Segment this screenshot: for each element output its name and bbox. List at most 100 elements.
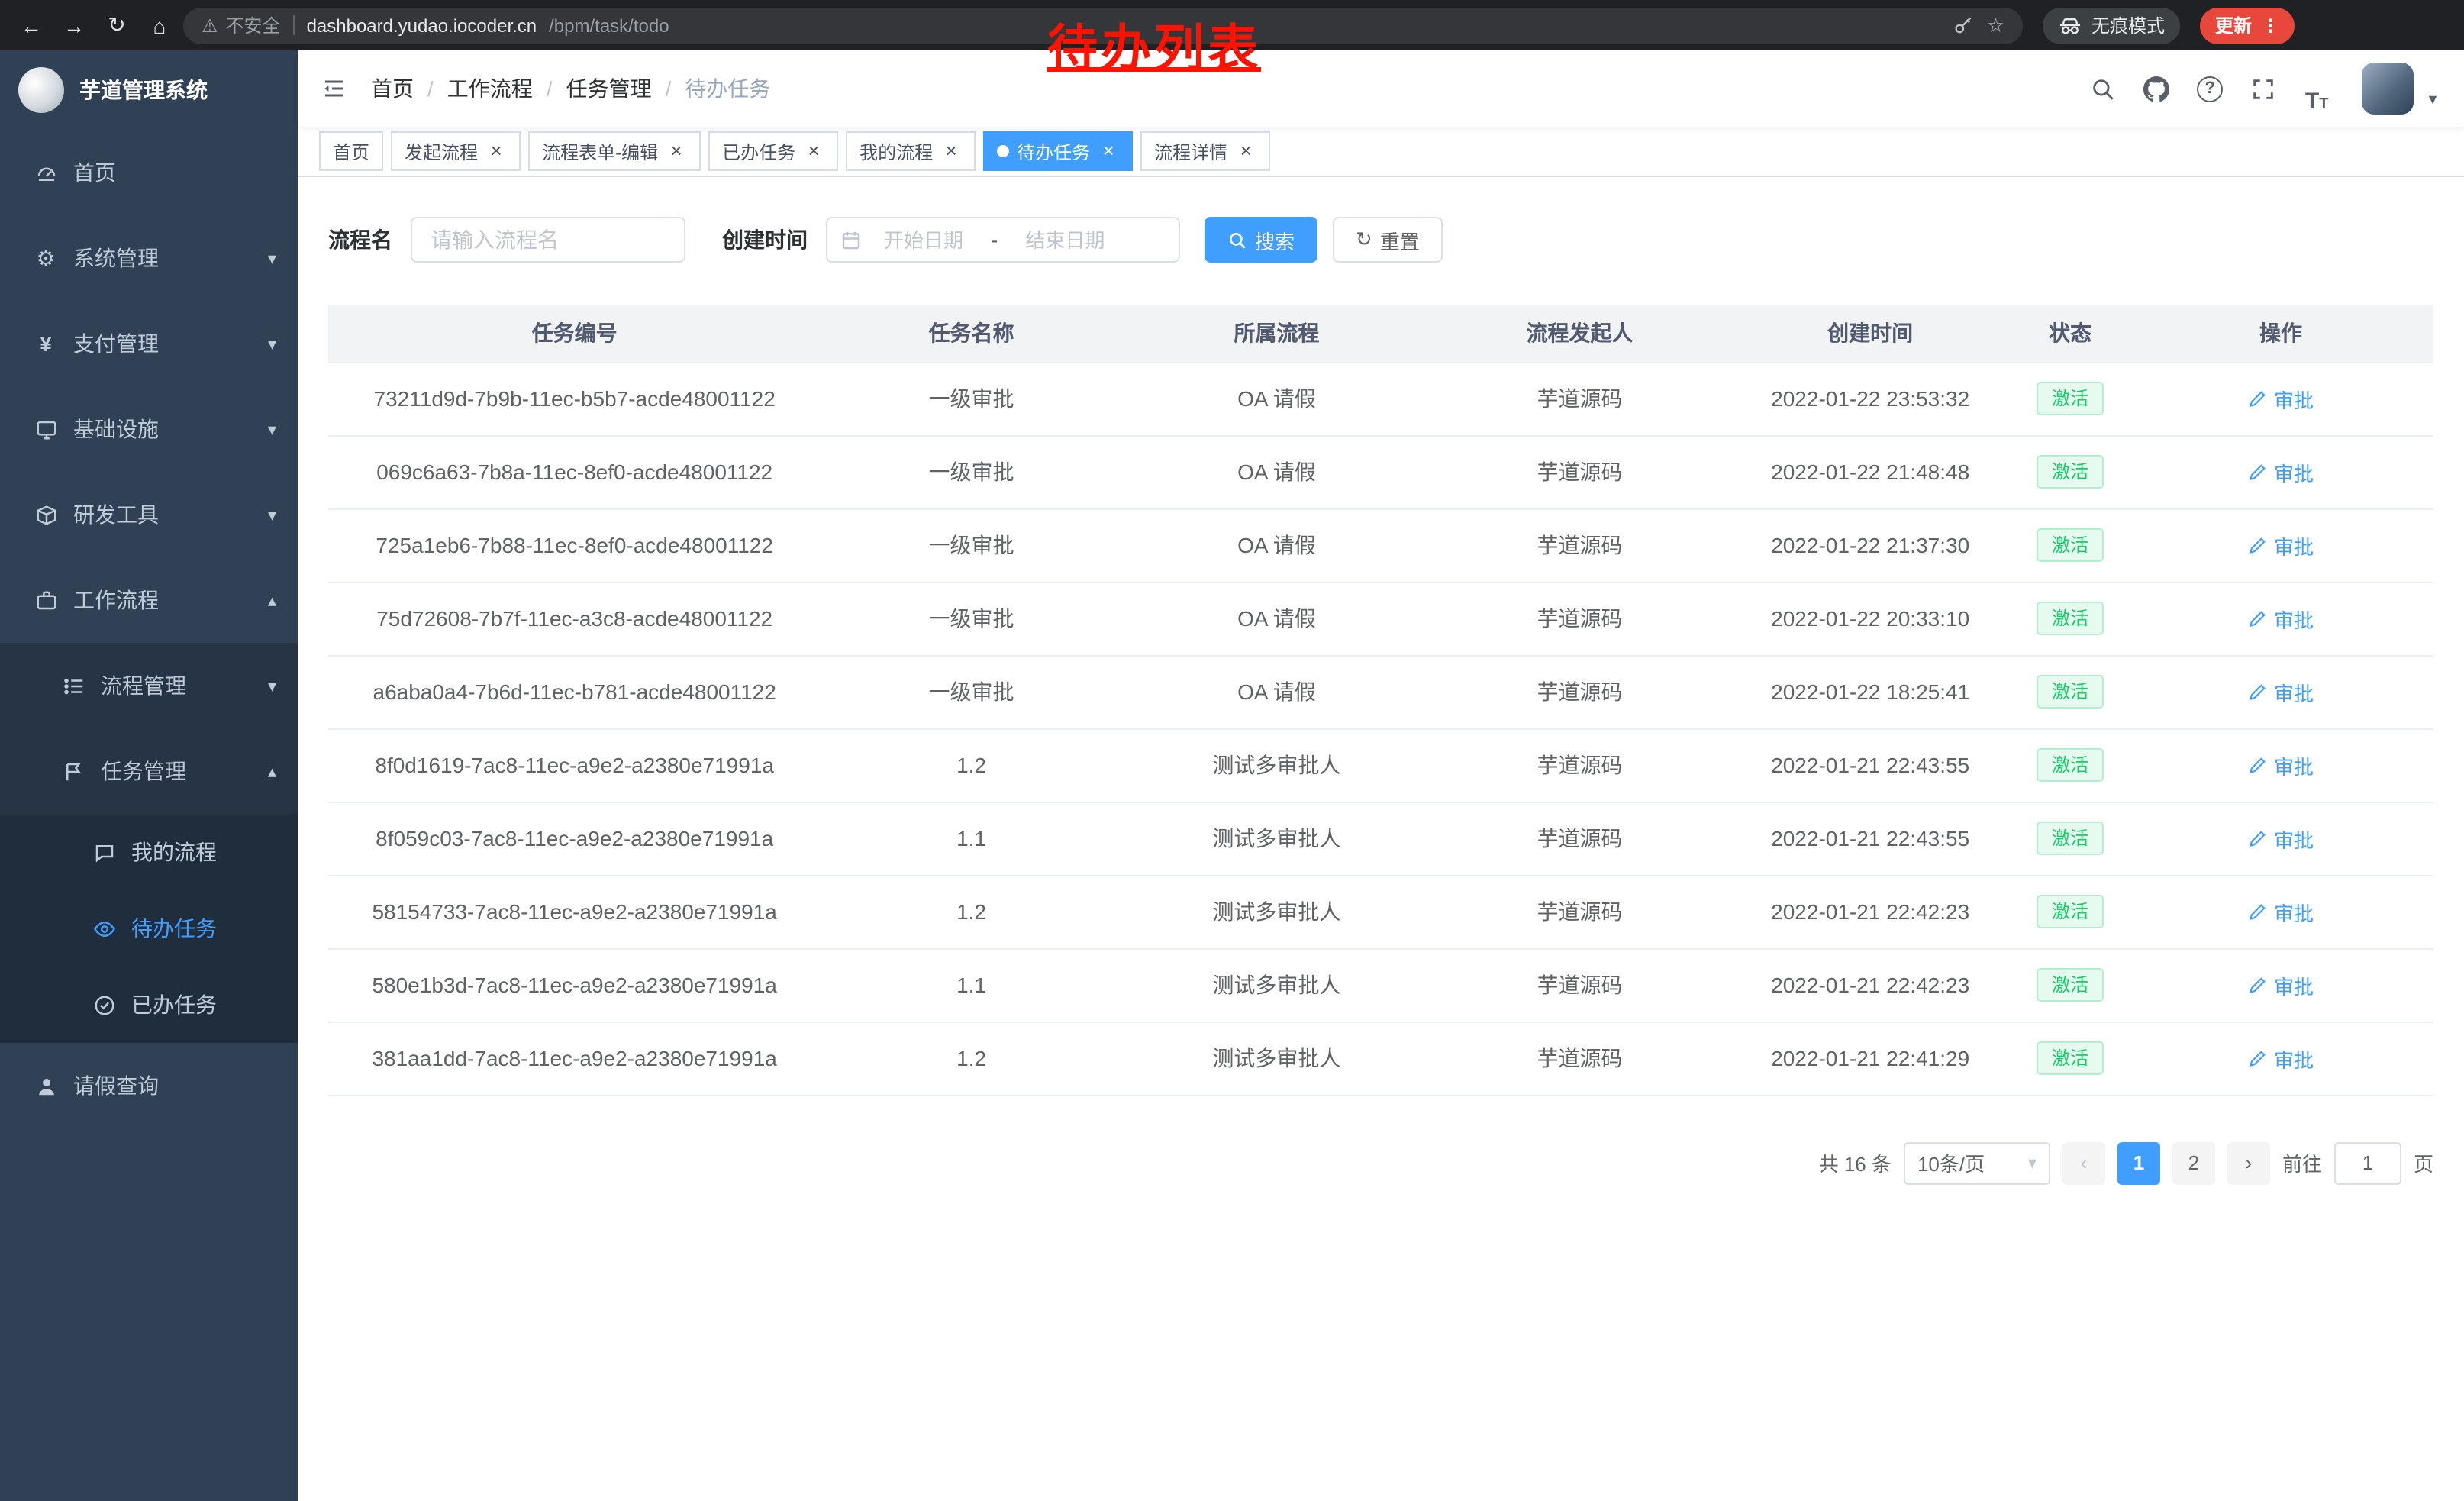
sidebar-item-label: 系统管理 [73, 243, 159, 273]
user-avatar[interactable] [2362, 63, 2414, 115]
goto-page-input[interactable] [2334, 1141, 2401, 1184]
browser-home-button[interactable]: ⌂ [140, 6, 179, 44]
cell-task-name: 1.1 [821, 948, 1121, 1022]
cell-process: OA 请假 [1122, 582, 1431, 655]
monitor-icon [34, 417, 58, 441]
tab-start-process[interactable]: 发起流程 × [391, 131, 521, 171]
fullscreen-icon[interactable] [2240, 65, 2287, 112]
cell-task-name: 一级审批 [821, 508, 1121, 582]
column-header-actions: 操作 [2128, 305, 2433, 362]
table-row: 069c6a63-7b8a-11ec-8ef0-acde48001122 一级审… [328, 435, 2433, 508]
cell-action: 审批 [2128, 948, 2433, 1022]
tab-label: 我的流程 [859, 138, 933, 164]
app-logo[interactable]: 芋道管理系统 [0, 50, 298, 130]
breadcrumb-task-management[interactable]: 任务管理 [566, 73, 652, 104]
cell-status: 激活 [2012, 802, 2128, 875]
sidebar-item-dev-tools[interactable]: 研发工具 ▾ [0, 472, 298, 557]
bookmark-star-icon[interactable]: ☆ [1987, 13, 2004, 37]
date-range-picker[interactable]: - [826, 217, 1180, 263]
browser-update-button[interactable]: 更新 ⋮ [2200, 7, 2295, 44]
browser-back-button[interactable]: ← [12, 6, 50, 44]
sidebar-item-leave-query[interactable]: 请假查询 [0, 1043, 298, 1128]
approve-button[interactable]: 审批 [2248, 457, 2314, 486]
end-date-input[interactable] [1007, 228, 1123, 251]
approve-label: 审批 [2274, 750, 2314, 780]
tab-todo-tasks[interactable]: 待办任务 × [983, 131, 1133, 171]
table-row: 8f059c03-7ac8-11ec-a9e2-a2380e71991a 1.1… [328, 802, 2433, 875]
approve-button[interactable]: 审批 [2248, 531, 2314, 560]
page-button-2[interactable]: 2 [2172, 1141, 2215, 1184]
page-button-1[interactable]: 1 [2117, 1141, 2160, 1184]
approve-label: 审批 [2274, 1044, 2314, 1073]
tab-my-processes[interactable]: 我的流程 × [846, 131, 976, 171]
cell-status: 激活 [2012, 948, 2128, 1022]
close-icon[interactable]: × [485, 140, 507, 162]
sidebar-item-my-processes[interactable]: 我的流程 [0, 814, 298, 890]
cell-created: 2022-01-22 20:33:10 [1728, 582, 2012, 655]
sidebar-item-done-tasks[interactable]: 已办任务 [0, 967, 298, 1043]
close-icon[interactable]: × [666, 140, 687, 162]
browser-forward-button[interactable]: → [55, 6, 93, 44]
approve-button[interactable]: 审批 [2248, 970, 2314, 999]
sidebar-item-home[interactable]: 首页 [0, 130, 298, 215]
sidebar-item-workflow[interactable]: 工作流程 ▴ [0, 557, 298, 643]
page-unit-label: 页 [2414, 1148, 2433, 1177]
status-badge: 激活 [2037, 822, 2104, 855]
font-size-icon[interactable]: TT [2293, 65, 2340, 112]
sidebar-item-payment[interactable]: ¥ 支付管理 ▾ [0, 301, 298, 386]
security-chip[interactable]: ⚠ 不安全 [202, 12, 281, 38]
breadcrumb-workflow[interactable]: 工作流程 [447, 73, 533, 104]
process-name-input[interactable] [411, 217, 685, 263]
sidebar-item-task-management[interactable]: 任务管理 ▴ [0, 728, 298, 814]
active-tab-dot [997, 145, 1009, 157]
caret-down-icon[interactable]: ▼ [2426, 92, 2440, 107]
github-icon[interactable] [2133, 65, 2180, 112]
chevron-down-icon: ▾ [268, 419, 276, 439]
update-label: 更新 [2215, 12, 2252, 38]
approve-button[interactable]: 审批 [2248, 604, 2314, 633]
sidebar-item-label: 请假查询 [73, 1070, 159, 1101]
sidebar: 芋道管理系统 首页 ⚙ 系统管理 ▾ ¥ 支付管理 ▾ [0, 50, 298, 1501]
close-icon[interactable]: × [1235, 140, 1256, 162]
browser-reload-button[interactable]: ↻ [98, 6, 136, 44]
breadcrumb-current: 待办任务 [685, 73, 770, 104]
next-page-button[interactable]: › [2227, 1141, 2270, 1184]
page-size-select[interactable]: 10条/页 ▾ [1904, 1141, 2050, 1184]
approve-button[interactable]: 审批 [2248, 677, 2314, 706]
reset-button[interactable]: ↻ 重置 [1333, 217, 1443, 263]
sidebar-item-label: 工作流程 [73, 585, 159, 615]
tab-process-detail[interactable]: 流程详情 × [1140, 131, 1270, 171]
password-key-icon[interactable] [1953, 15, 1975, 36]
start-date-input[interactable] [866, 228, 982, 251]
sidebar-item-process-management[interactable]: 流程管理 ▾ [0, 643, 298, 728]
cell-task-id: 580e1b3d-7ac8-11ec-a9e2-a2380e71991a [328, 948, 821, 1022]
search-button[interactable]: 搜索 [1205, 217, 1317, 263]
tab-process-form-edit[interactable]: 流程表单-编辑 × [528, 131, 701, 171]
approve-button[interactable]: 审批 [2248, 750, 2314, 780]
tab-done-tasks[interactable]: 已办任务 × [708, 131, 838, 171]
cell-action: 审批 [2128, 508, 2433, 582]
approve-button[interactable]: 审批 [2248, 384, 2314, 413]
status-badge: 激活 [2037, 528, 2104, 562]
approve-button[interactable]: 审批 [2248, 824, 2314, 853]
cell-starter: 芋道源码 [1431, 435, 1728, 508]
close-icon[interactable]: × [940, 140, 962, 162]
tab-home[interactable]: 首页 [319, 131, 383, 171]
browser-menu-icon[interactable]: ⋮ [2261, 15, 2279, 36]
help-icon[interactable]: ? [2186, 65, 2233, 112]
eye-icon [92, 916, 116, 941]
breadcrumb-home[interactable]: 首页 [371, 73, 414, 104]
approve-button[interactable]: 审批 [2248, 897, 2314, 926]
approve-button[interactable]: 审批 [2248, 1044, 2314, 1073]
prev-page-button[interactable]: ‹ [2062, 1141, 2105, 1184]
sidebar-item-system[interactable]: ⚙ 系统管理 ▾ [0, 215, 298, 301]
cell-task-id: 73211d9d-7b9b-11ec-b5b7-acde48001122 [328, 362, 821, 435]
search-icon[interactable] [2079, 65, 2127, 112]
cell-status: 激活 [2012, 728, 2128, 802]
sidebar-item-todo-tasks[interactable]: 待办任务 [0, 890, 298, 967]
sidebar-item-infrastructure[interactable]: 基础设施 ▾ [0, 386, 298, 472]
close-icon[interactable]: × [1098, 140, 1119, 162]
breadcrumb-separator: / [427, 76, 434, 101]
sidebar-collapse-button[interactable] [298, 50, 371, 127]
close-icon[interactable]: × [803, 140, 824, 162]
